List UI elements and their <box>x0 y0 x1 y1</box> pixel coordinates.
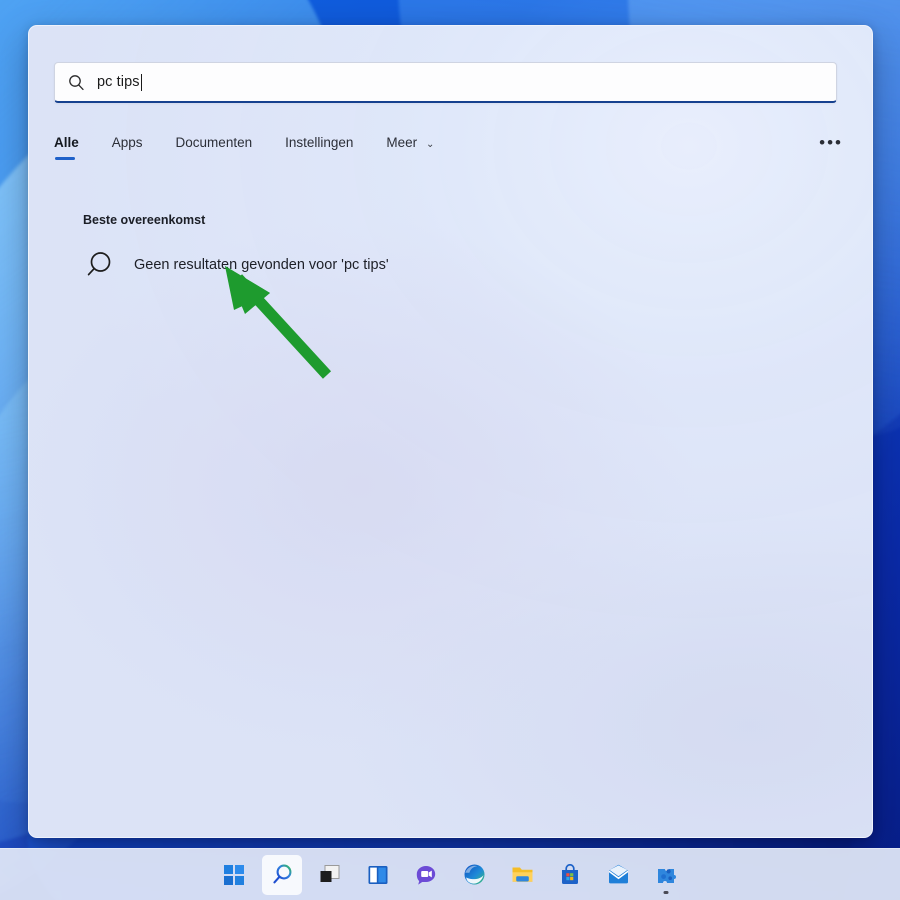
running-indicator <box>663 890 669 894</box>
taskbar-file-explorer-button[interactable] <box>502 855 542 895</box>
taskbar-app-button[interactable] <box>646 855 686 895</box>
section-header-best-match: Beste overeenkomst <box>83 213 206 227</box>
start-icon <box>224 864 244 885</box>
more-options-button[interactable]: ••• <box>813 132 849 154</box>
tab-label: Instellingen <box>285 134 354 150</box>
text-caret <box>140 73 142 91</box>
search-icon <box>272 864 291 884</box>
taskbar-start-button[interactable] <box>214 855 254 895</box>
taskbar <box>0 848 900 900</box>
microsoft-store-icon <box>562 863 578 884</box>
taskbar-search-button[interactable] <box>262 854 302 895</box>
taskbar-task-view-button[interactable] <box>310 855 350 895</box>
chat-icon <box>416 865 436 885</box>
search-input[interactable]: pc tips <box>54 62 837 103</box>
tab-documenten[interactable]: Documenten <box>176 135 253 160</box>
search-icon <box>68 74 85 91</box>
result-row-no-results[interactable]: Geen resultaten gevonden voor 'pc tips' <box>69 244 839 286</box>
chevron-down-icon: ⌄ <box>425 138 435 150</box>
tab-label: Meer <box>386 134 418 150</box>
tab-meer[interactable]: Meer ⌄ <box>386 135 434 160</box>
search-icon <box>86 249 118 281</box>
app-icon <box>658 868 676 883</box>
search-input-value: pc tips <box>97 74 140 90</box>
task-view-icon <box>320 864 340 882</box>
mail-icon <box>608 864 628 884</box>
taskbar-widgets-button[interactable] <box>358 855 398 895</box>
filter-tabs: Alle Apps Documenten Instellingen Meer ⌄… <box>54 130 849 164</box>
taskbar-mail-button[interactable] <box>598 855 638 895</box>
taskbar-microsoft-store-button[interactable] <box>550 855 590 895</box>
tab-instellingen[interactable]: Instellingen <box>285 135 353 160</box>
desktop: pc tips Alle Apps Documenten Instellinge… <box>0 0 900 900</box>
taskbar-chat-button[interactable] <box>406 855 446 895</box>
widgets-icon <box>368 865 388 884</box>
taskbar-edge-button[interactable] <box>454 855 494 895</box>
result-label: Geen resultaten gevonden voor 'pc tips' <box>134 257 389 273</box>
tab-label: Documenten <box>175 134 253 150</box>
tab-alle[interactable]: Alle <box>54 135 79 160</box>
tab-label: Alle <box>54 134 79 150</box>
edge-icon <box>464 864 484 885</box>
tab-apps[interactable]: Apps <box>112 135 143 160</box>
tab-label: Apps <box>111 134 143 150</box>
search-flyout-panel: pc tips Alle Apps Documenten Instellinge… <box>28 25 873 838</box>
file-explorer-icon <box>512 867 532 882</box>
